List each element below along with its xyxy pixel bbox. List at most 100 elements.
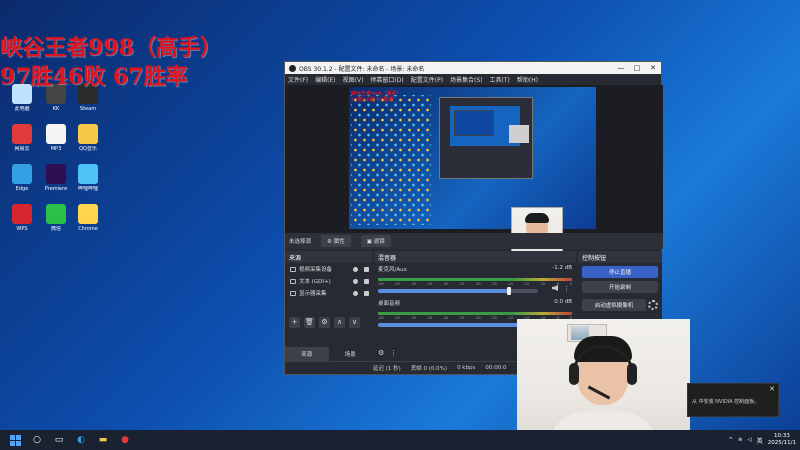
properties-button[interactable]: ⚙ 属性 [321, 235, 351, 247]
system-tray: ^ ≋ ◁ 英 10:33 2025/11/1 [728, 430, 796, 450]
move-up-button[interactable]: ∧ [334, 317, 345, 328]
desktop-icon-label: MP3 [50, 146, 62, 152]
preview-area[interactable]: 峡谷王者998（高手） 97胜46败 67胜率 [285, 85, 663, 253]
eye-icon[interactable] [353, 278, 358, 284]
app-icon [46, 204, 66, 224]
lock-icon[interactable] [364, 266, 369, 272]
more-options-icon[interactable]: ⋮ [390, 349, 397, 357]
desktop-icon[interactable]: Edge [6, 164, 38, 204]
start-virtual-camera-button[interactable]: 启动虚拟摄像机 [582, 299, 646, 311]
notification-toast[interactable]: ✕ 从 中安装 NVIDIA 控制面板。 [687, 383, 779, 417]
desktop-icon-label: 网易云 [14, 146, 30, 152]
close-button[interactable]: ✕ [645, 64, 661, 72]
desktop-icon[interactable]: MP3 [40, 124, 72, 164]
desktop-icon[interactable]: KK [40, 84, 72, 124]
eye-icon[interactable] [353, 290, 358, 296]
desktop-icon-label: Edge [15, 186, 29, 192]
desktop-icon[interactable]: 网易云 [6, 124, 38, 164]
app-icon [78, 164, 98, 184]
desktop-icon-label: QQ音乐 [79, 146, 97, 152]
clock-date: 2025/11/1 [767, 440, 796, 446]
remove-source-button[interactable]: 🗑 [304, 317, 315, 328]
meter-scale: -60 -55 -50 -45 -40 -35 -30 -25 -20 -15 -10 -5 0 [378, 282, 572, 286]
desktop-icon[interactable]: 微信 [40, 204, 72, 244]
menu-tools[interactable]: 工具(T) [490, 75, 510, 84]
minimize-button[interactable]: — [613, 64, 629, 72]
menu-profile[interactable]: 配置文件(P) [411, 75, 443, 84]
source-label: 显示器采集 [299, 291, 327, 297]
tab-sources[interactable]: 来源 [285, 347, 329, 361]
desktop-icon-label: 微信 [50, 226, 61, 232]
desktop-icon[interactable]: WPS [6, 204, 38, 244]
desktop-icon[interactable]: Steam [72, 84, 104, 124]
gear-icon[interactable]: ⚙ [378, 349, 384, 357]
app-icon [46, 164, 66, 184]
clock[interactable]: 10:33 2025/11/1 [768, 433, 796, 447]
sources-title: 来源 [285, 251, 372, 263]
gear-icon[interactable] [648, 300, 658, 310]
app-icon [46, 124, 66, 144]
more-options-icon[interactable]: ⋮ [563, 285, 570, 293]
menu-bar: 文件(F) 编辑(E) 视图(V) 停靠窗口(D) 配置文件(P) 场景集合(S… [285, 74, 661, 85]
overlay-stats: 97胜46败 67胜率 [0, 64, 188, 90]
no-source-selected-label: 未选择源 [289, 239, 312, 245]
source-item[interactable]: 视频采集设备 [285, 263, 372, 275]
menu-edit[interactable]: 编辑(E) [315, 75, 335, 84]
file-explorer-icon[interactable]: ▬ [96, 433, 110, 447]
stream-time-status: 00:00:0 [485, 365, 507, 371]
obs-taskbar-icon[interactable]: ● [118, 433, 132, 447]
source-item[interactable]: 显示器采集 [285, 287, 372, 299]
edge-icon[interactable]: ◐ [74, 433, 88, 447]
app-icon [12, 124, 32, 144]
app-icon [78, 124, 98, 144]
tab-scenes[interactable]: 场景 [329, 347, 373, 361]
windows-icon [9, 434, 21, 446]
maximize-button[interactable]: □ [629, 64, 645, 72]
menu-file[interactable]: 文件(F) [288, 75, 308, 84]
source-toolbar: 未选择源 ⚙ 属性 ▣ 滤镜 [285, 233, 663, 249]
start-recording-button[interactable]: 开始录制 [582, 281, 658, 293]
eye-icon[interactable] [353, 266, 358, 272]
track-level: -1.2 dB [552, 265, 572, 271]
lock-icon[interactable] [364, 278, 369, 284]
search-icon[interactable]: ○ [30, 433, 44, 447]
mixer-track-mic: 麦克风/Aux -1.2 dB -60 -55 -50 -45 -40 -35 -30 -25… [374, 263, 576, 297]
task-view-icon[interactable]: ▭ [52, 433, 66, 447]
volume-icon[interactable]: ◁ [748, 437, 752, 443]
filters-button[interactable]: ▣ 滤镜 [360, 235, 391, 247]
preview-mini-webcam [509, 125, 529, 143]
add-source-button[interactable]: + [289, 317, 300, 328]
move-down-button[interactable]: ∨ [349, 317, 360, 328]
obs-titlebar[interactable]: OBS 30.1.2 - 配置文件: 未命名 - 场景: 未命名 — □ ✕ [285, 62, 661, 74]
lock-icon[interactable] [364, 290, 369, 296]
chevron-up-icon[interactable]: ^ [728, 437, 733, 443]
desktop-icon[interactable]: Chrome [72, 204, 104, 244]
menu-docks[interactable]: 停靠窗口(D) [370, 75, 403, 84]
desktop-icon[interactable]: 此电脑 [6, 84, 38, 124]
dock-tabs: 来源 场景 [285, 347, 372, 361]
volume-slider[interactable] [378, 321, 540, 329]
text-icon [290, 278, 296, 284]
track-level: 0.0 dB [554, 299, 572, 305]
sources-toolbar: + 🗑 ⚙ ∧ ∨ [289, 317, 360, 328]
source-settings-button[interactable]: ⚙ [319, 317, 330, 328]
properties-button-label: 属性 [333, 239, 345, 245]
stop-streaming-button[interactable]: 停止直播 [582, 266, 658, 278]
desktop-icon-label: Chrome [78, 226, 98, 232]
menu-help[interactable]: 帮助(H) [517, 75, 538, 84]
start-button[interactable] [8, 433, 22, 447]
preview-overlay-text: 峡谷王者998（高手） 97胜46败 67胜率 [351, 91, 401, 103]
desktop-icon[interactable]: QQ音乐 [72, 124, 104, 164]
source-item[interactable]: 文本 (GDI+) [285, 275, 372, 287]
close-icon[interactable]: ✕ [769, 385, 775, 393]
desktop-icon-label: Steam [79, 106, 97, 112]
desktop-icon[interactable]: Premiere [40, 164, 72, 204]
input-language[interactable]: 英 [757, 436, 763, 445]
volume-slider[interactable] [378, 287, 538, 295]
desktop-icon-label: WPS [16, 226, 28, 232]
preview-overlay-line2: 97胜46败 67胜率 [351, 97, 394, 103]
menu-scene-collection[interactable]: 场景集合(S) [450, 75, 483, 84]
wifi-icon[interactable]: ≋ [738, 437, 743, 443]
menu-view[interactable]: 视图(V) [343, 75, 364, 84]
desktop-icon[interactable]: 哔哩哔哩 [72, 164, 104, 204]
